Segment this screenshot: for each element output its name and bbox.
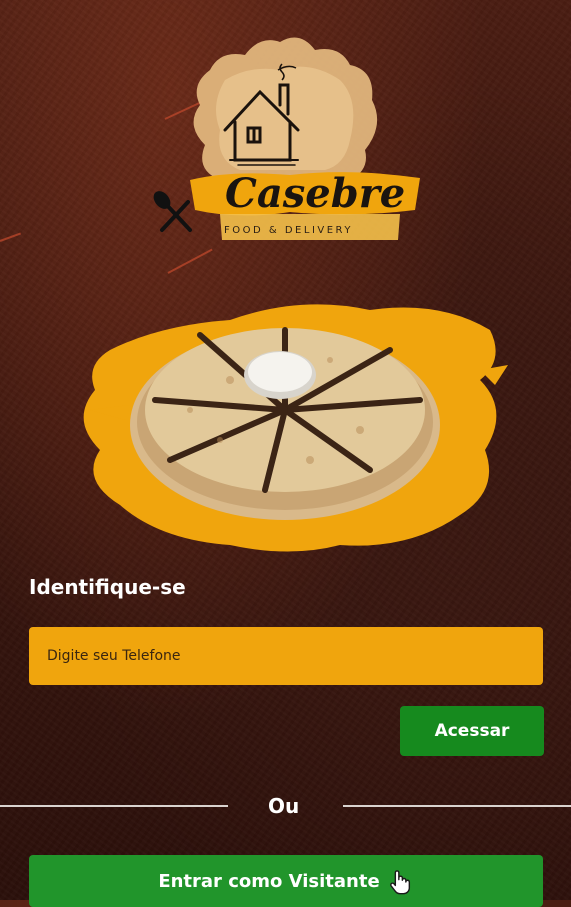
- brand-name: Casebre: [225, 170, 406, 217]
- identify-heading: Identifique-se: [29, 575, 186, 599]
- house-logo-icon: [153, 37, 420, 240]
- guest-login-button[interactable]: Entrar como Visitante: [29, 855, 543, 907]
- decorative-streak: [167, 248, 213, 274]
- brand-tagline: FOOD & DELIVERY: [224, 225, 353, 236]
- divider-label: Ou: [268, 794, 300, 818]
- guest-login-label: Entrar como Visitante: [158, 870, 380, 892]
- quesadilla-plate-icon: [83, 304, 508, 552]
- phone-input[interactable]: [29, 627, 543, 685]
- divider-line-left: [0, 805, 228, 807]
- food-hero-image: [70, 290, 510, 560]
- divider-line-right: [343, 805, 571, 807]
- hand-pointer-icon: [389, 870, 410, 895]
- decorative-streak: [0, 232, 22, 242]
- brand-logo: Casebre FOOD & DELIVERY: [150, 30, 430, 250]
- access-button[interactable]: Acessar: [400, 706, 544, 756]
